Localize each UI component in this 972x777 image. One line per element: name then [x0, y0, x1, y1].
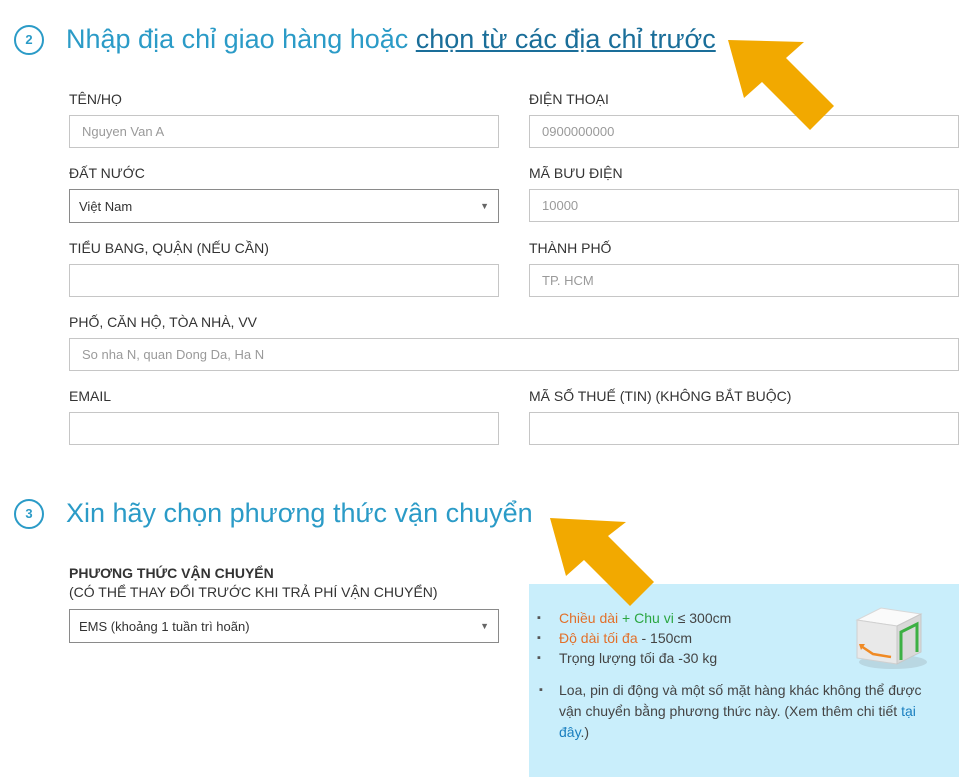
street-label: PHỐ, CĂN HỘ, TÒA NHÀ, VV — [69, 314, 258, 330]
girth-label: Chu vi — [634, 610, 674, 626]
step-2-number: 2 — [14, 24, 44, 55]
shipping-method-select[interactable]: EMS (khoảng 1 tuần trì hoãn) ▼ — [69, 609, 499, 643]
max-length-label: Độ dài tối đa — [559, 630, 638, 646]
chevron-down-icon: ▼ — [480, 621, 489, 631]
street-input[interactable]: So nha N, quan Dong Da, Ha N — [69, 338, 959, 371]
previous-addresses-link[interactable]: chọn từ các địa chỉ trước — [416, 24, 716, 54]
step-2-title: Nhập địa chỉ giao hàng hoặc chọn từ các … — [66, 24, 716, 55]
name-input[interactable]: Nguyen Van A — [69, 115, 499, 148]
name-label: TÊN/HỌ — [69, 91, 122, 107]
tax-input[interactable] — [529, 412, 959, 445]
step-2-header: 2 Nhập địa chỉ giao hàng hoặc chọn từ cá… — [14, 24, 716, 55]
state-input[interactable] — [69, 264, 499, 297]
arrow-icon-bottom — [550, 518, 654, 606]
country-value: Việt Nam — [79, 198, 133, 214]
step-3-title: Xin hãy chọn phương thức vận chuyển — [66, 498, 533, 528]
step-3-number: 3 — [14, 498, 44, 529]
postal-label: MÃ BƯU ĐIỆN — [529, 165, 623, 181]
length-label: Chiều dài — [559, 610, 619, 626]
postal-input[interactable]: 10000 — [529, 189, 959, 222]
max-length-value: - 150cm — [637, 630, 693, 646]
step-3-header: 3 Xin hãy chọn phương thức vận chuyển — [14, 498, 533, 529]
country-select[interactable]: Việt Nam ▼ — [69, 189, 499, 223]
plus-sign: + — [618, 610, 635, 626]
max-length-item: Độ dài tối đa - 150cm — [537, 628, 731, 648]
restriction-note-end: .) — [580, 724, 590, 740]
state-label: TIỂU BANG, QUẬN (NẾU CẦN) — [69, 240, 269, 256]
tax-label: MÃ SỐ THUẾ (TIN) (KHÔNG BẮT BUỘC) — [529, 388, 792, 404]
email-input[interactable] — [69, 412, 499, 445]
restriction-note-text: Loa, pin di động và một số mặt hàng khác… — [559, 682, 922, 719]
restriction-note: Loa, pin di động và một số mặt hàng khác… — [539, 680, 929, 743]
shipping-method-value: EMS (khoảng 1 tuần trì hoãn) — [79, 618, 250, 634]
phone-label: ĐIỆN THOẠI — [529, 91, 609, 107]
shipping-limits-list: Chiều dài + Chu vi ≤ 300cm Độ dài tối đa… — [537, 608, 732, 668]
package-dimensions-icon — [855, 607, 927, 669]
step-2-title-text: Nhập địa chỉ giao hàng hoặc — [66, 24, 416, 54]
max-weight-item: Trọng lượng tối đa -30 kg — [537, 648, 731, 668]
city-label: THÀNH PHỐ — [529, 240, 612, 256]
shipping-info-box: Chiều dài + Chu vi ≤ 300cm Độ dài tối đa… — [529, 584, 959, 777]
chevron-down-icon: ▼ — [480, 201, 489, 211]
email-label: EMAIL — [69, 388, 112, 404]
size-limit-value: ≤ 300cm — [673, 610, 732, 626]
city-input[interactable]: TP. HCM — [529, 264, 959, 297]
arrow-icon-top — [728, 40, 834, 130]
shipping-method-label: PHƯƠNG THỨC VẬN CHUYỂN — [69, 565, 274, 581]
country-label: ĐẤT NƯỚC — [69, 165, 145, 181]
shipping-method-sublabel: (CÓ THỂ THAY ĐỔI TRƯỚC KHI TRẢ PHÍ VẬN C… — [69, 584, 438, 600]
